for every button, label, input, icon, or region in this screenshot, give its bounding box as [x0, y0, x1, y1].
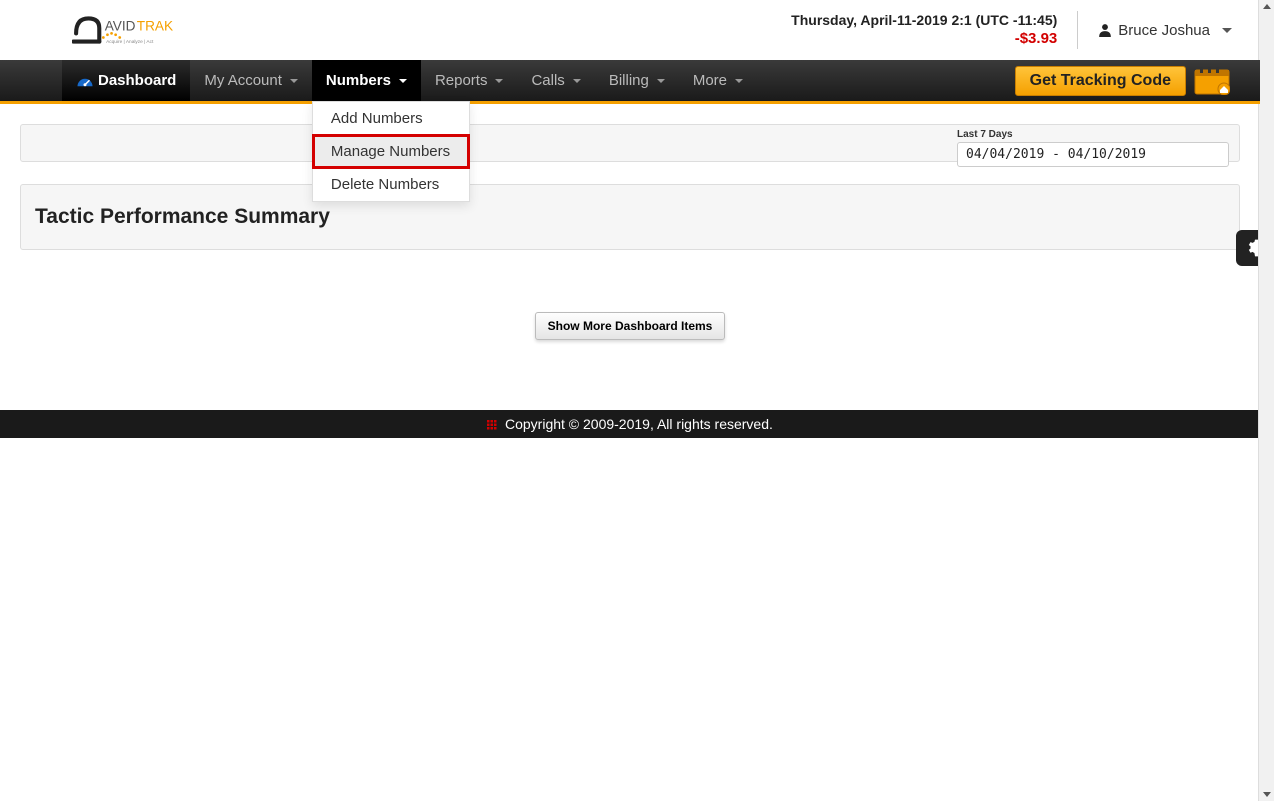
main-navbar: Dashboard My Account Numbers Add Numbers… [0, 60, 1260, 104]
nav-dashboard-label: Dashboard [98, 72, 176, 89]
get-tracking-code-button[interactable]: Get Tracking Code [1015, 66, 1186, 96]
date-range-card: Last 7 Days [20, 124, 1240, 162]
nav-billing[interactable]: Billing [595, 60, 679, 101]
nav-billing-label: Billing [609, 72, 649, 89]
date-range-input[interactable] [957, 142, 1229, 167]
numbers-dropdown: Add Numbers Manage Numbers Delete Number… [312, 101, 470, 202]
user-menu[interactable]: Bruce Joshua [1098, 22, 1232, 39]
nav-calls-label: Calls [531, 72, 564, 89]
nav-my-account[interactable]: My Account [190, 60, 312, 101]
nav-numbers-label: Numbers [326, 72, 391, 89]
nav-calls[interactable]: Calls [517, 60, 594, 101]
svg-text:TRAK: TRAK [137, 19, 173, 34]
dropdown-delete-numbers[interactable]: Delete Numbers [313, 168, 469, 201]
footer: Copyright © 2009-2019, All rights reserv… [0, 410, 1260, 438]
content-area: Last 7 Days Tactic Performance Summary S… [0, 104, 1260, 410]
calendar-home-icon[interactable] [1194, 67, 1230, 95]
dashboard-icon [76, 74, 94, 88]
dropdown-manage-numbers[interactable]: Manage Numbers [313, 135, 469, 168]
scrollbar[interactable] [1258, 0, 1274, 801]
show-more-button[interactable]: Show More Dashboard Items [535, 312, 726, 340]
tactic-summary-title: Tactic Performance Summary [35, 205, 1225, 229]
brand-logo[interactable]: AVID TRAK Acquire | Analyze | Act [72, 12, 222, 48]
scroll-down-icon [1263, 792, 1271, 797]
person-icon [1098, 23, 1112, 37]
chevron-down-icon [290, 79, 298, 83]
nav-more[interactable]: More [679, 60, 757, 101]
scroll-up-icon [1263, 4, 1271, 9]
user-name: Bruce Joshua [1118, 22, 1210, 39]
nav-reports-label: Reports [435, 72, 488, 89]
grid-icon [487, 420, 497, 430]
chevron-down-icon [573, 79, 581, 83]
datetime-balance-block: Thursday, April-11-2019 2:1 (UTC -11:45)… [791, 11, 1078, 49]
chevron-down-icon [735, 79, 743, 83]
chevron-down-icon [657, 79, 665, 83]
svg-text:AVID: AVID [105, 19, 136, 34]
footer-copyright: Copyright © 2009-2019, All rights reserv… [505, 416, 773, 432]
header-bar: AVID TRAK Acquire | Analyze | Act Thursd… [0, 0, 1260, 60]
nav-more-label: More [693, 72, 727, 89]
chevron-down-icon [399, 79, 407, 83]
tactic-summary-card: Tactic Performance Summary [20, 184, 1240, 250]
balance-text: -$3.93 [791, 29, 1057, 49]
nav-my-account-label: My Account [204, 72, 282, 89]
nav-dashboard[interactable]: Dashboard [62, 60, 190, 101]
dropdown-add-numbers[interactable]: Add Numbers [313, 102, 469, 135]
date-range-label: Last 7 Days [957, 129, 1229, 140]
chevron-down-icon [1222, 28, 1232, 33]
chevron-down-icon [495, 79, 503, 83]
nav-reports[interactable]: Reports [421, 60, 518, 101]
datetime-text: Thursday, April-11-2019 2:1 (UTC -11:45) [791, 11, 1057, 29]
nav-numbers[interactable]: Numbers Add Numbers Manage Numbers Delet… [312, 60, 421, 101]
svg-text:Acquire | Analyze | Act: Acquire | Analyze | Act [106, 39, 154, 45]
